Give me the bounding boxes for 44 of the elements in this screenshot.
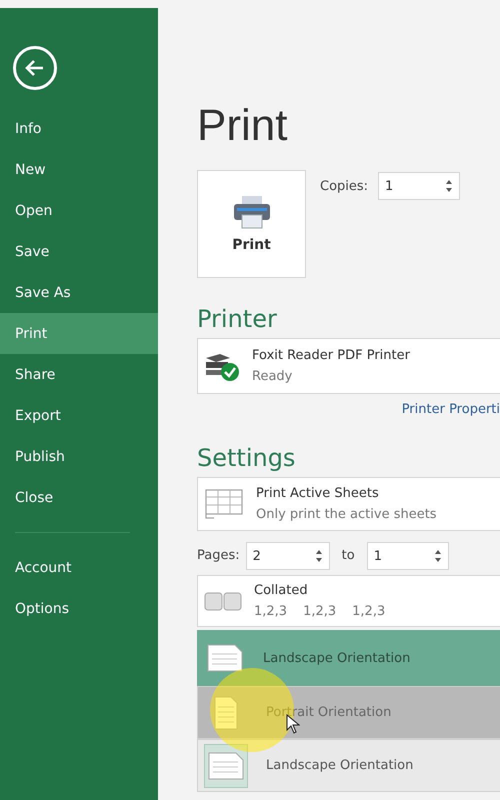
pages-from-field[interactable]: 2 xyxy=(246,542,330,570)
to-label: to xyxy=(342,547,355,565)
option-description: Only print the active sheets xyxy=(256,507,437,522)
sidebar-item[interactable]: Info xyxy=(0,108,158,149)
printer-icon xyxy=(232,195,270,229)
landscape-page-icon xyxy=(208,752,244,780)
print-button[interactable]: Print xyxy=(197,170,306,278)
section-heading: Settings xyxy=(197,443,296,473)
orientation-dropdown[interactable]: Landscape Orientation xyxy=(197,630,500,686)
sidebar-item[interactable]: Open xyxy=(0,190,158,231)
sidebar-item[interactable]: Export xyxy=(0,395,158,436)
pages-label: Pages: xyxy=(197,547,240,565)
portrait-page-icon xyxy=(214,696,238,730)
back-button[interactable] xyxy=(13,46,57,90)
collation-dropdown[interactable]: Collated 1,2,3 1,2,3 1,2,3 xyxy=(197,575,500,627)
printer-dropdown[interactable]: Foxit Reader PDF Printer Ready xyxy=(197,338,500,394)
sidebar-item[interactable]: Publish xyxy=(0,436,158,477)
option-title: Print Active Sheets xyxy=(256,486,380,501)
sidebar-item[interactable]: Save xyxy=(0,231,158,272)
collation-sequence: 1,2,3 xyxy=(303,604,336,619)
back-arrow-icon xyxy=(25,59,45,77)
copies-label: Copies: xyxy=(320,178,368,196)
sidebar-item[interactable]: New xyxy=(0,149,158,190)
print-scope-dropdown[interactable]: Print Active Sheets Only print the active sheets xyxy=(197,477,500,531)
printer-properties-link[interactable]: Printer Properti xyxy=(402,402,500,417)
collation-sequence: 1,2,3 xyxy=(352,604,386,619)
sidebar-item[interactable]: Share xyxy=(0,354,158,395)
section-heading: Printer xyxy=(197,304,278,334)
orientation-option[interactable]: Landscape Orientation xyxy=(197,739,500,792)
printer-status: Ready xyxy=(252,369,294,384)
collated-pages-icon xyxy=(204,590,242,612)
sidebar-item[interactable]: Options xyxy=(0,588,158,629)
pages-to-field[interactable]: 1 xyxy=(366,542,449,570)
landscape-page-icon xyxy=(207,644,243,672)
option-title: Collated xyxy=(254,583,309,598)
copies-field[interactable]: 1 xyxy=(378,172,460,200)
page-title: Print xyxy=(197,100,288,152)
sheet-grid-icon xyxy=(204,488,244,520)
sidebar-item[interactable]: Account xyxy=(0,547,158,588)
sidebar-item[interactable]: Save As xyxy=(0,272,158,313)
printer-name: Foxit Reader PDF Printer xyxy=(252,348,410,363)
sidebar-item[interactable]: Print xyxy=(0,313,158,354)
sidebar-item[interactable]: Close xyxy=(0,477,158,518)
collation-sequence: 1,2,3 xyxy=(254,604,288,619)
